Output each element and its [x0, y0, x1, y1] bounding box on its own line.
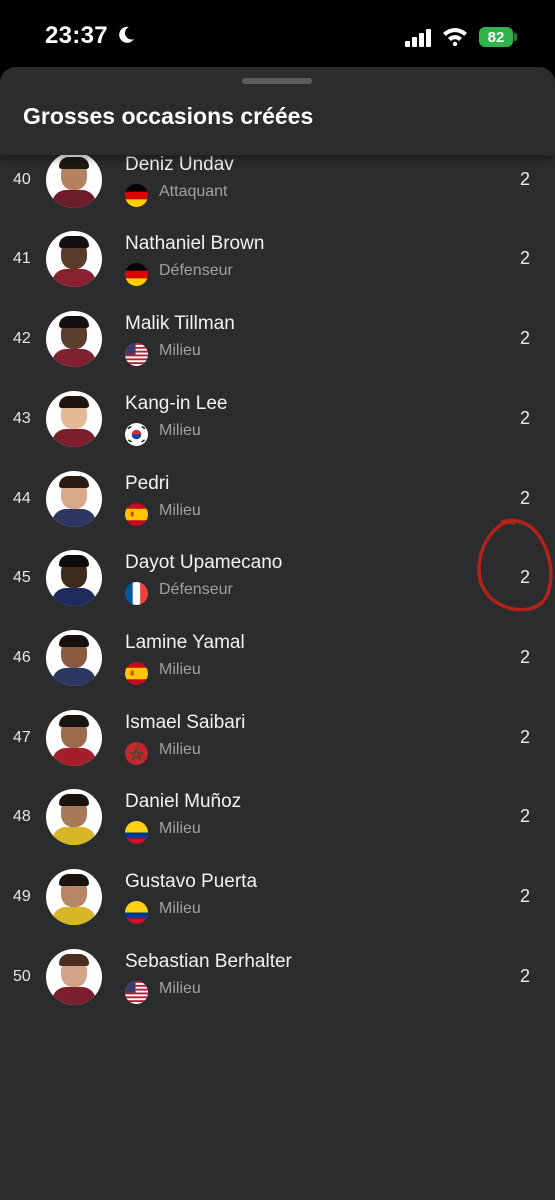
player-rank: 45: [13, 569, 31, 587]
player-rank: 48: [13, 808, 31, 826]
player-avatar: [46, 789, 102, 846]
wifi-icon: [443, 28, 467, 46]
player-position: Milieu: [159, 900, 201, 917]
cellular-signal-icon: [405, 29, 431, 47]
player-position: Attaquant: [159, 182, 228, 200]
player-rank: 43: [13, 409, 31, 427]
battery-level: 82: [487, 28, 505, 46]
player-name: Gustavo Puerta: [125, 871, 258, 892]
player-name: Daniel Muñoz: [125, 791, 242, 813]
player-position: Milieu: [159, 660, 201, 678]
player-name: Nathaniel Brown: [125, 233, 265, 255]
spain-flag-icon: [125, 661, 148, 685]
player-position: Milieu: [159, 740, 201, 758]
player-name: Dayot Upamecano: [125, 552, 283, 574]
big-chances-value: 2: [519, 328, 530, 349]
bottom-sheet: Grosses occasions créées 39Bruno Fernand…: [0, 67, 555, 1200]
big-chances-value: 2: [519, 806, 530, 827]
colombia-flag-icon: [125, 901, 148, 924]
player-avatar: [46, 390, 102, 447]
sheet-header: Grosses occasions créées: [0, 67, 555, 155]
player-position: Milieu: [159, 342, 201, 360]
player-rank: 40: [13, 170, 31, 188]
player-name: Kang-in Lee: [125, 392, 228, 414]
player-row[interactable]: 41 Nathaniel Brown Défenseur 2: [0, 220, 555, 300]
player-name: Deniz Undav: [125, 153, 234, 175]
sheet-title: Grosses occasions créées: [23, 103, 314, 129]
usa-flag-icon: [125, 343, 148, 367]
player-position: Défenseur: [159, 262, 233, 280]
player-row[interactable]: 48 Daniel Muñoz Milieu 2: [0, 778, 555, 858]
big-chances-value: 2: [519, 886, 530, 906]
red-circle-annotation: [477, 518, 553, 612]
player-row[interactable]: 47 Ismael Saibari Milieu 2: [0, 699, 555, 779]
big-chances-value: 2: [519, 407, 530, 428]
big-chances-value: 2: [519, 487, 530, 508]
player-avatar: [46, 709, 102, 766]
player-rank: 47: [13, 728, 31, 746]
player-row[interactable]: 50 Sebastian Berhalter Milieu 2: [0, 938, 555, 1018]
battery-indicator: 82: [479, 27, 513, 47]
big-chances-value: 2: [519, 248, 530, 269]
player-avatar: [46, 311, 102, 368]
player-avatar: [46, 550, 102, 607]
player-rank: 46: [13, 648, 31, 666]
player-rank: 50: [13, 967, 31, 985]
player-row[interactable]: 46 Lamine Yamal Milieu 2: [0, 619, 555, 699]
player-name: Malik Tillman: [125, 313, 235, 335]
morocco-flag-icon: [125, 741, 148, 765]
germany-flag-icon: [125, 263, 148, 287]
player-avatar: [46, 869, 102, 925]
player-rank: 49: [13, 888, 31, 905]
player-position: Milieu: [159, 421, 201, 439]
big-chances-value: 2: [519, 965, 530, 986]
player-name: Sebastian Berhalter: [125, 950, 292, 972]
player-avatar: [46, 948, 102, 1005]
status-time: 23:37: [45, 22, 108, 49]
big-chances-value: 2: [519, 168, 530, 189]
usa-flag-icon: [125, 980, 148, 1004]
player-avatar: [46, 231, 102, 288]
player-avatar: [46, 470, 102, 527]
player-rank: 42: [13, 330, 31, 348]
player-row[interactable]: 42 Malik Tillman Milieu 2: [0, 300, 555, 380]
player-avatar: [46, 629, 102, 686]
sheet-grabber-handle[interactable]: [242, 78, 312, 84]
player-row[interactable]: 49 Gustavo Puerta Milieu 2: [0, 858, 555, 938]
player-name: Ismael Saibari: [125, 711, 246, 733]
germany-flag-icon: [125, 183, 148, 207]
player-name: Lamine Yamal: [125, 631, 245, 653]
player-name: Pedri: [125, 472, 170, 494]
big-chances-value: 2: [519, 726, 530, 747]
france-flag-icon: [125, 582, 148, 606]
player-rank: 41: [13, 250, 31, 268]
player-rank: 44: [13, 489, 31, 507]
player-position: Milieu: [159, 501, 201, 519]
colombia-flag-icon: [125, 821, 148, 845]
player-avatar: [46, 151, 102, 208]
player-position: Milieu: [159, 979, 201, 997]
player-row[interactable]: 43 Kang-in Lee Milieu 2: [0, 380, 555, 460]
status-bar: 23:37 82: [0, 0, 555, 70]
player-position: Milieu: [159, 820, 201, 838]
player-position: Défenseur: [159, 581, 233, 599]
spain-flag-icon: [125, 502, 148, 526]
battery-tip: [514, 33, 517, 41]
south-korea-flag-icon: [125, 422, 148, 446]
moon-icon: [119, 26, 134, 43]
big-chances-value: 2: [519, 646, 530, 667]
